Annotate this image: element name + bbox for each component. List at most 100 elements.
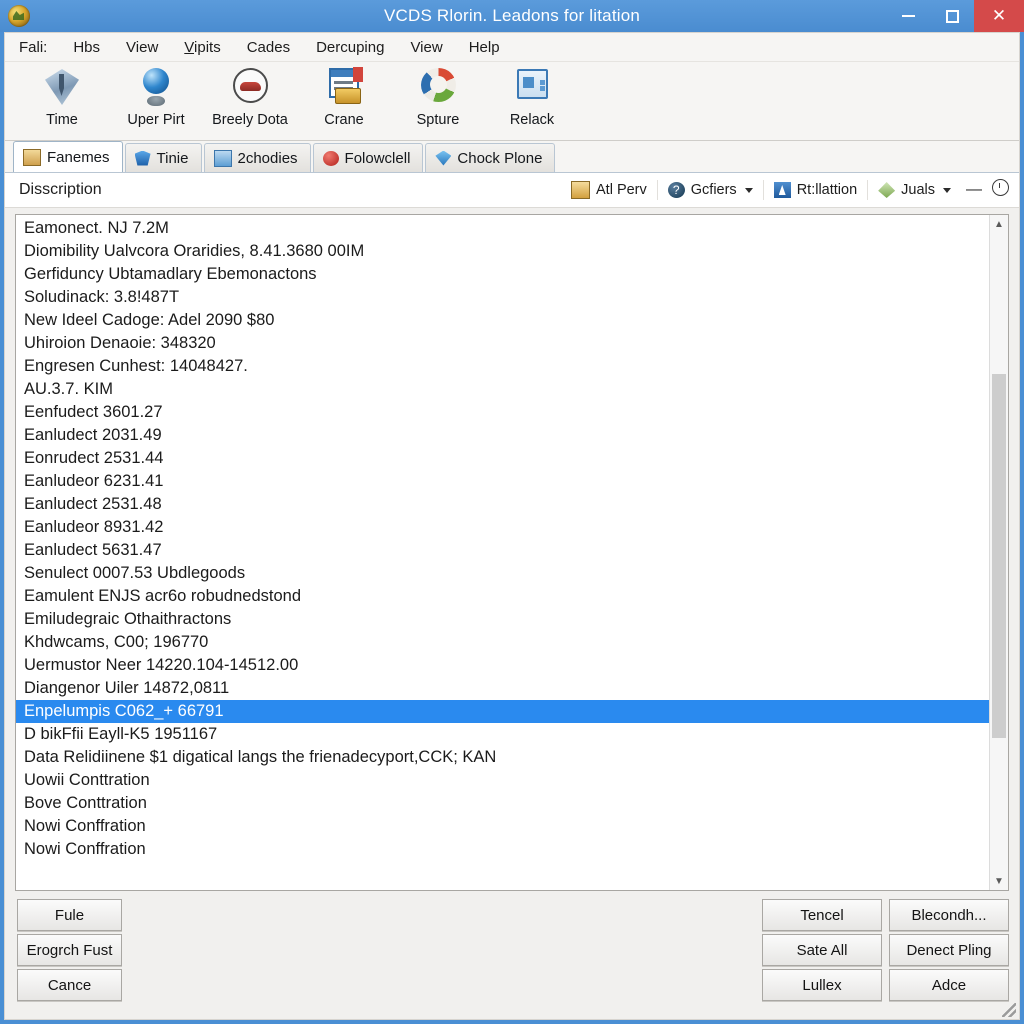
shield-icon — [134, 150, 151, 166]
button-sate-all[interactable]: Sate All — [762, 934, 882, 966]
maximize-button[interactable] — [930, 0, 974, 32]
recycle-globe-icon — [415, 66, 461, 110]
footer-button-area: Fule Erogrch Fust Cance Tencel Blecondh.… — [5, 891, 1019, 1019]
clock-button[interactable] — [987, 179, 1013, 201]
title-bar: VCDS Rlorin. Leadons for litation ✕ — [0, 0, 1024, 32]
list-item[interactable]: Data Relidiinene $1 digatical langs the … — [16, 746, 989, 769]
button-blecondh[interactable]: Blecondh... — [889, 899, 1009, 931]
command-label-0: Atl Perv — [596, 182, 647, 198]
command-button-atl-perv[interactable]: Atl Perv — [561, 179, 657, 201]
menu-item-2[interactable]: View — [126, 39, 158, 56]
tab-label-2: 2chodies — [237, 149, 298, 167]
close-button[interactable]: ✕ — [974, 0, 1024, 32]
command-row: Disscription Atl Perv Gcfiers Rt:llattio… — [5, 173, 1019, 208]
leaf-icon — [878, 182, 896, 198]
application-window: VCDS Rlorin. Leadons for litation ✕ Fali… — [0, 0, 1024, 1024]
menu-item-3[interactable]: Vipits — [184, 39, 220, 56]
column-header-description: Disscription — [19, 181, 102, 198]
tab-label-0: Fanemes — [47, 148, 110, 166]
list-item[interactable]: Eanludect 5631.47 — [16, 539, 989, 562]
list-item[interactable]: Eamulent ENJS acr6o robudnedstond — [16, 585, 989, 608]
menu-item-5[interactable]: Dercuping — [316, 39, 384, 56]
menu-item-0[interactable]: Fali: — [19, 39, 47, 56]
tab-2chodies[interactable]: 2chodies — [203, 143, 311, 172]
list-item[interactable]: Eamonect. NJ 7.2M — [16, 217, 989, 240]
list-item[interactable]: Bove Conttration — [16, 792, 989, 815]
scrollbar-track[interactable] — [990, 233, 1008, 872]
command-button-gcfiers[interactable]: Gcfiers — [656, 180, 763, 200]
car-circle-icon — [227, 66, 273, 110]
button-erogrch-fust[interactable]: Erogrch Fust — [17, 934, 122, 966]
list-item[interactable]: Eonrudect 2531.44 — [16, 447, 989, 470]
collapse-button[interactable]: — — [961, 181, 987, 199]
toolbar-label-0: Time — [46, 112, 78, 128]
button-adce[interactable]: Adce — [889, 969, 1009, 1001]
menu-bar: Fali: Hbs View Vipits Cades Dercuping Vi… — [5, 33, 1019, 62]
list-item[interactable]: AU.3.7. KIM — [16, 378, 989, 401]
toolbar-label-1: Uper Pirt — [127, 112, 185, 128]
tab-folowclell[interactable]: Folowclell — [312, 143, 424, 172]
list-item[interactable]: Eanludect 2031.49 — [16, 424, 989, 447]
list-item[interactable]: D bikFfii Eayll-K5 1951167 — [16, 723, 989, 746]
scroll-down-button[interactable]: ▼ — [990, 872, 1008, 890]
toolbar-button-uper-pirt[interactable]: Uper Pirt — [109, 66, 203, 128]
minimize-icon — [901, 15, 915, 17]
list-item[interactable]: Eenfudect 3601.27 — [16, 401, 989, 424]
command-button-rtllattion[interactable]: Rt:llattion — [762, 180, 867, 200]
command-row-actions: Atl Perv Gcfiers Rt:llattion Juals — — [561, 179, 1013, 201]
list-item[interactable]: Emiludegraic Othaithractons — [16, 608, 989, 631]
toolbar: Time Uper Pirt Breely Dota Crane Spture — [5, 62, 1019, 141]
list-item[interactable]: Diangenor Uiler 14872,0811 — [16, 677, 989, 700]
list-item[interactable]: Eanludeor 8931.42 — [16, 516, 989, 539]
list-item[interactable]: Engresen Cunhest: 14048427. — [16, 355, 989, 378]
gem-icon — [435, 150, 452, 166]
tab-fanemes[interactable]: Fanemes — [13, 141, 123, 172]
scrollbar-thumb[interactable] — [992, 373, 1006, 738]
list-item[interactable]: Uowii Conttration — [16, 769, 989, 792]
list-item[interactable]: Soludinack: 3.8!487T — [16, 286, 989, 309]
chevron-down-icon-2 — [943, 187, 951, 193]
toolbar-button-time[interactable]: Time — [15, 66, 109, 128]
button-tencel[interactable]: Tencel — [762, 899, 882, 931]
list-item[interactable]: Khdwcams, C00; 196770 — [16, 631, 989, 654]
toolbar-button-spture[interactable]: Spture — [391, 66, 485, 128]
list-item[interactable]: Nowi Conffration — [16, 838, 989, 861]
app-globe-icon — [8, 5, 30, 27]
folder-card-icon — [509, 66, 555, 110]
button-fule[interactable]: Fule — [17, 899, 122, 931]
menu-item-4[interactable]: Cades — [247, 39, 290, 56]
list-item[interactable]: Diomibility Ualvcora Oraridies, 8.41.368… — [16, 240, 989, 263]
list-item[interactable]: Uhiroion Denaoie: 348320 — [16, 332, 989, 355]
tab-chock-plone[interactable]: Chock Plone — [425, 143, 556, 172]
list-item[interactable]: Uermustor Neer 14220.104-14512.00 — [16, 654, 989, 677]
button-cance[interactable]: Cance — [17, 969, 122, 1001]
scroll-up-button[interactable]: ▲ — [990, 215, 1008, 233]
list-item[interactable]: Eanludeor 6231.41 — [16, 470, 989, 493]
menu-item-7[interactable]: Help — [469, 39, 500, 56]
list-item[interactable]: Nowi Conffration — [16, 815, 989, 838]
list-item[interactable]: Gerfiduncy Ubtamadlary Ebemonactons — [16, 263, 989, 286]
list-item[interactable]: New Ideel Cadoge: Adel 2090 $80 — [16, 309, 989, 332]
toolbar-button-relack[interactable]: Relack — [485, 66, 579, 128]
tab-strip: Fanemes Tinie 2chodies Folowclell Chock … — [5, 141, 1019, 173]
blue-person-icon — [773, 182, 791, 198]
tab-tinie[interactable]: Tinie — [124, 143, 202, 172]
list-item-selected[interactable]: Enpelumpis C062_+ 66791 — [16, 700, 989, 723]
command-label-1: Gcfiers — [690, 182, 737, 198]
toolbar-button-crane[interactable]: Crane — [297, 66, 391, 128]
resize-grip-icon[interactable] — [1002, 1003, 1016, 1017]
button-denect-pling[interactable]: Denect Pling — [889, 934, 1009, 966]
list-item[interactable]: Eanludect 2531.48 — [16, 493, 989, 516]
list-body[interactable]: Eamonect. NJ 7.2M Diomibility Ualvcora O… — [16, 215, 989, 890]
minimize-button[interactable] — [886, 0, 930, 32]
button-lullex[interactable]: Lullex — [762, 969, 882, 1001]
client-area: Fali: Hbs View Vipits Cades Dercuping Vi… — [4, 32, 1020, 1020]
toolbar-button-breely-dota[interactable]: Breely Dota — [203, 66, 297, 128]
chevron-down-icon — [744, 187, 753, 193]
vertical-scrollbar[interactable]: ▲ ▼ — [989, 215, 1008, 890]
menu-item-6[interactable]: View — [410, 39, 442, 56]
command-label-2: Rt:llattion — [796, 182, 858, 198]
command-button-juals[interactable]: Juals — [867, 180, 961, 200]
list-item[interactable]: Senulect 0007.53 Ubdlegoods — [16, 562, 989, 585]
menu-item-1[interactable]: Hbs — [73, 39, 100, 56]
